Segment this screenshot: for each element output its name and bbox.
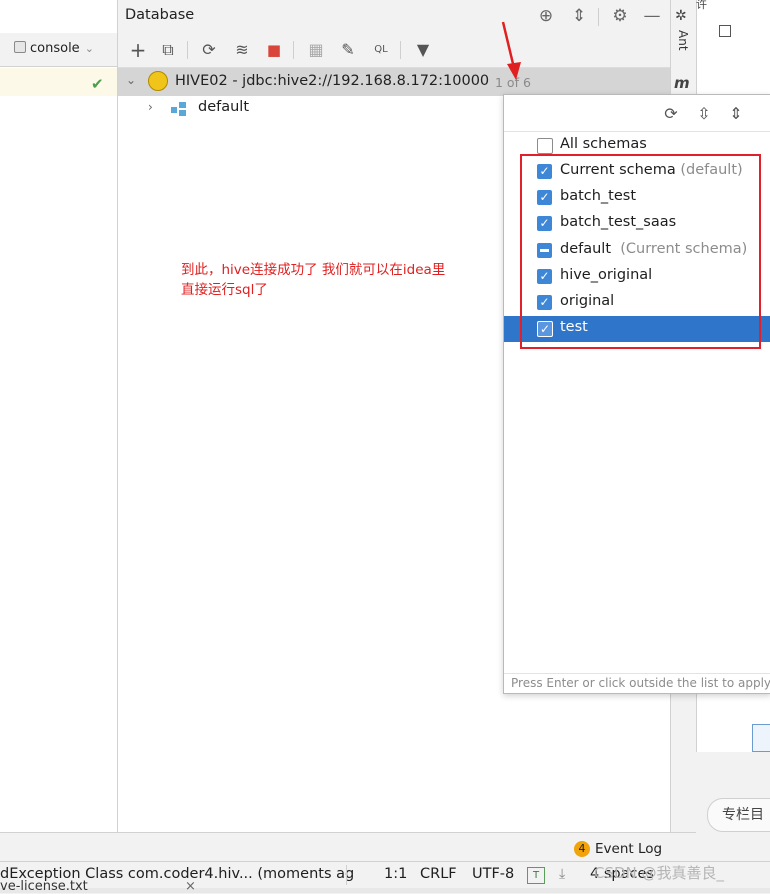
- popup-footer: Press Enter or click outside the list to…: [504, 673, 770, 693]
- edit-icon[interactable]: ✎: [337, 39, 359, 61]
- watermark: CSDN @我真善良_: [594, 864, 725, 882]
- expand-all-icon[interactable]: ⇳: [693, 103, 715, 125]
- schema-item-label: All schemas: [560, 136, 647, 152]
- duplicate-icon[interactable]: ⧉: [157, 39, 179, 61]
- annotation-line-1: 到此，hive连接成功了 我们就可以在idea里: [181, 262, 446, 278]
- database-toolbar: + ⧉ ⟳ ≋ ■ ▦ ✎ QL ▼: [118, 33, 670, 68]
- annotation-line-2: 直接运行sql了: [181, 282, 268, 298]
- tab-console-label: console: [30, 41, 80, 56]
- query-console-icon[interactable]: QL: [370, 39, 392, 61]
- toolbar-divider: [400, 41, 401, 59]
- collapse-icon[interactable]: ⇕: [568, 5, 590, 27]
- annotation-text: 到此，hive连接成功了 我们就可以在idea里 直接运行sql了: [181, 260, 491, 300]
- crosshair-icon[interactable]: ⊕: [535, 5, 557, 27]
- schema-sync-icon[interactable]: ≋: [231, 39, 253, 61]
- minimize-icon[interactable]: —: [641, 5, 663, 27]
- connection-label: HIVE02 - jdbc:hive2://192.168.8.172:1000…: [175, 73, 490, 89]
- download-icon[interactable]: ⤓: [559, 866, 565, 882]
- database-title: Database: [125, 7, 195, 23]
- event-log-bar: 4 Event Log: [0, 832, 696, 862]
- maven-icon[interactable]: m: [674, 74, 690, 92]
- ant-icon[interactable]: ✲: [675, 8, 687, 24]
- status-divider: [346, 865, 347, 885]
- toolbar-divider: [187, 41, 188, 59]
- ant-tool-label[interactable]: Ant: [676, 30, 690, 51]
- filter-icon[interactable]: ▼: [412, 39, 434, 61]
- refresh-icon[interactable]: ⟳: [198, 39, 220, 61]
- chevron-down-icon[interactable]: ⌄: [85, 42, 94, 55]
- schema-popup: ⟳ ⇳ ⇕ All schemas ✓ Current schema (defa…: [503, 94, 770, 694]
- console-icon: [14, 41, 26, 53]
- right-top-text: 许: [696, 0, 707, 11]
- event-count-badge: 4: [574, 841, 590, 857]
- checkbox[interactable]: [537, 138, 553, 154]
- toolbar-divider: [293, 41, 294, 59]
- tree-row-connection[interactable]: ⌄ HIVE02 - jdbc:hive2://192.168.8.172:10…: [118, 68, 670, 96]
- collapse-all-icon[interactable]: ⇕: [725, 103, 747, 125]
- line-separator[interactable]: CRLF: [420, 866, 457, 882]
- red-arrow-icon: [501, 21, 521, 80]
- schema-icon: [171, 102, 187, 116]
- hive-icon: [148, 71, 168, 91]
- chevron-down-icon[interactable]: ⌄: [126, 73, 136, 87]
- chevron-right-icon[interactable]: ›: [148, 100, 153, 114]
- file-encoding[interactable]: UTF-8: [472, 866, 514, 882]
- event-log-button[interactable]: Event Log: [595, 841, 662, 857]
- stop-icon[interactable]: ■: [263, 39, 285, 61]
- check-icon: ✔: [91, 75, 104, 93]
- editor-pane: [0, 0, 118, 832]
- editor-tab-bar: console ⌄: [0, 33, 117, 67]
- schema-label: default: [198, 99, 250, 115]
- bottom-tab-label[interactable]: ve-license.txt: [0, 879, 88, 894]
- tab-icon[interactable]: T: [527, 867, 545, 884]
- column-button[interactable]: 专栏目: [707, 798, 770, 832]
- refresh-icon[interactable]: ⟳: [660, 103, 682, 125]
- popup-toolbar: ⟳ ⇳ ⇕: [504, 95, 770, 132]
- add-icon[interactable]: +: [127, 39, 149, 61]
- header-divider: [598, 8, 599, 26]
- window-checkbox[interactable]: [719, 25, 731, 37]
- table-icon[interactable]: ▦: [305, 39, 327, 61]
- gear-icon[interactable]: ⚙: [609, 5, 631, 27]
- highlight-box: [520, 154, 761, 349]
- bottom-tab-strip: [0, 888, 770, 893]
- database-header: Database ⊕ ⇕ ⚙ —: [118, 0, 670, 33]
- close-icon[interactable]: ×: [185, 879, 196, 894]
- tab-console[interactable]: console ⌄: [14, 41, 94, 56]
- caret-position[interactable]: 1:1: [384, 866, 407, 882]
- list-view-button[interactable]: [752, 724, 770, 752]
